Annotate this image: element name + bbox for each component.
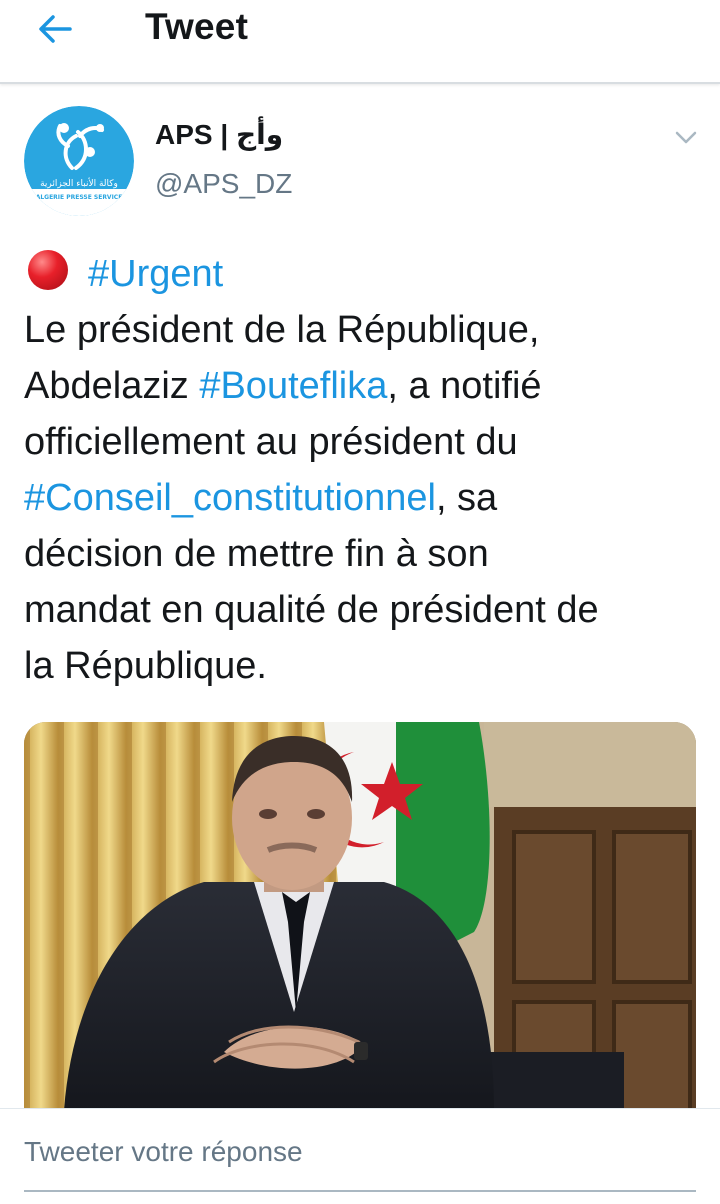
reply-input-underline <box>24 1190 696 1192</box>
author-name[interactable]: APS | وأج <box>155 118 283 151</box>
tweet-body: #Urgent Le président de la République, A… <box>24 246 704 694</box>
tweet-text-segment: , sa <box>435 477 498 519</box>
arrow-left-icon <box>39 15 72 43</box>
hashtag-bouteflika[interactable]: #Bouteflika <box>199 365 387 407</box>
top-bar: Tweet <box>0 0 720 84</box>
hashtag-urgent[interactable]: #Urgent <box>88 253 223 295</box>
reply-input[interactable]: Tweeter votre réponse <box>24 1136 303 1168</box>
chevron-down-icon <box>675 131 697 144</box>
avatar-arabic-text: وكالة الأنباء الجزائرية <box>40 177 118 189</box>
tweet-text-segment: Abdelaziz <box>24 365 200 407</box>
back-button[interactable] <box>30 4 80 54</box>
tweet-line-2: Le président de la République, <box>24 309 540 351</box>
tweet-line-4: officiellement au président du <box>24 421 518 463</box>
tweet-line-7: mandat en qualité de président de <box>24 589 599 631</box>
hashtag-conseil-constitutionnel[interactable]: #Conseil_constitutionnel <box>24 477 436 519</box>
tweet-line-3: Abdelaziz #Bouteflika, a notifié <box>24 358 704 414</box>
tweet-line-1: #Urgent <box>24 246 704 302</box>
aps-logo: وكالة الأنباء الجزائرية ALGERIE PRESSE S… <box>24 106 134 216</box>
avatar[interactable]: وكالة الأنباء الجزائرية ALGERIE PRESSE S… <box>24 106 134 216</box>
page-title: Tweet <box>145 6 249 47</box>
tweet-menu-button[interactable] <box>672 124 700 152</box>
red-circle-icon <box>28 250 68 290</box>
tweet-line-8: la République. <box>24 645 267 687</box>
tweet-line-6: décision de mettre fin à son <box>24 533 489 575</box>
photo-illustration <box>24 722 696 1110</box>
tweet-photo[interactable] <box>24 722 696 1110</box>
tweet-line-5: #Conseil_constitutionnel, sa <box>24 470 704 526</box>
tweet-text-segment: , a notifié <box>387 365 542 407</box>
avatar-latin-text: ALGERIE PRESSE SERVICE <box>36 194 123 201</box>
author-handle[interactable]: @APS_DZ <box>155 168 292 200</box>
